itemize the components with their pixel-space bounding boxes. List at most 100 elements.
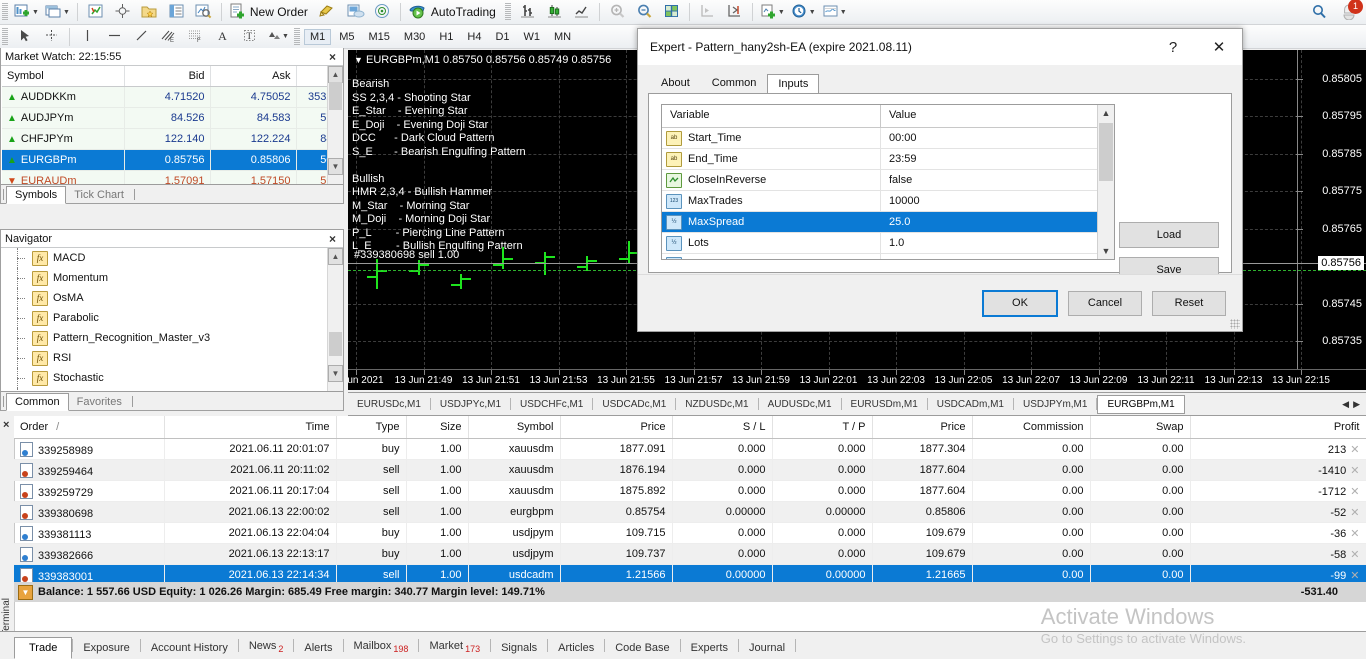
input-row[interactable]: 123 MaxTrades 10000 [662, 191, 1114, 212]
toolbar-grip[interactable] [504, 3, 511, 21]
market-watch-button[interactable] [83, 2, 108, 23]
dialog-tab-inputs[interactable]: Inputs [767, 74, 820, 94]
tab-tick-chart[interactable]: Tick Chart [66, 187, 132, 203]
chart-menu-arrow-icon[interactable]: ▼ [354, 55, 363, 65]
new-order-button[interactable]: New Order [227, 2, 314, 23]
chevron-down-icon[interactable]: ▼ [63, 9, 70, 16]
reset-button[interactable]: Reset [1152, 290, 1226, 316]
new-chart-button[interactable]: ▼ [12, 2, 41, 23]
terminal-tab-journal[interactable]: Journal [739, 638, 795, 658]
tab-next-icon[interactable]: ▶ [1353, 399, 1360, 410]
navigator-item[interactable]: fx Stochastic [2, 368, 327, 388]
input-value-cell[interactable]: 0.0 [881, 258, 1114, 259]
templates-button[interactable]: ▼ [820, 2, 849, 23]
ok-button[interactable]: OK [982, 289, 1058, 317]
column-header-ask[interactable]: Ask [210, 66, 297, 87]
navigator-item[interactable]: fx OsMA [2, 288, 327, 308]
zoom-in-button[interactable] [605, 2, 630, 23]
signals-button[interactable] [370, 2, 395, 23]
chart-tab[interactable]: USDJPYc,M1 [431, 396, 510, 413]
scroll-down-icon[interactable]: ▼ [1098, 243, 1114, 259]
table-row[interactable]: 339258989 2021.06.11 20:01:07 buy 1.00 xauus… [14, 438, 1366, 460]
navigator-scrollbar[interactable]: ▲ ▼ [327, 248, 343, 391]
grid-button[interactable] [659, 2, 684, 23]
column-header-sl[interactable]: S / L [672, 416, 773, 439]
bar-chart-button[interactable] [515, 2, 540, 23]
terminal-tab-account-history[interactable]: Account History [141, 638, 238, 658]
resize-grip[interactable] [1230, 319, 1240, 329]
navigator-item[interactable]: fx MACD [2, 248, 327, 268]
input-row[interactable]: CloseInReverse false [662, 170, 1114, 191]
chart-tab[interactable]: EURUSDm,M1 [842, 396, 927, 413]
autotrading-button[interactable]: AutoTrading [406, 2, 502, 23]
vertical-line-button[interactable] [75, 26, 100, 47]
help-icon[interactable]: ? [1150, 29, 1196, 65]
shapes-button[interactable]: ▼ [264, 26, 291, 47]
chart-shift-button[interactable] [695, 2, 720, 23]
chart-profiles-button[interactable]: ▼ [43, 2, 72, 23]
terminal-tab-experts[interactable]: Experts [681, 638, 738, 658]
tab-favorites[interactable]: Favorites [69, 394, 130, 410]
inputs-scrollbar[interactable]: ▲ ▼ [1097, 105, 1114, 259]
scroll-up-icon[interactable]: ▲ [1098, 105, 1114, 121]
close-order-icon[interactable]: ✕ [1350, 465, 1359, 477]
close-order-icon[interactable]: ✕ [1350, 549, 1359, 561]
column-header-type[interactable]: Type [336, 416, 407, 439]
close-icon[interactable]: × [329, 232, 339, 246]
column-header-size[interactable]: Size [406, 416, 469, 439]
table-row[interactable]: 339382666 2021.06.13 22:13:17 buy 1.00 usdjp… [14, 543, 1366, 565]
column-header-time[interactable]: Time [164, 416, 337, 439]
column-header-order[interactable]: Order / [14, 416, 165, 439]
timeframe-h4[interactable]: H4 [461, 29, 487, 45]
chevron-down-icon[interactable]: ▼ [282, 33, 289, 40]
close-icon[interactable]: × [3, 419, 9, 431]
input-value-cell[interactable]: 25.0 [881, 216, 1114, 228]
input-row[interactable]: ½ Multiply 0.0 [662, 254, 1114, 259]
column-header-profit[interactable]: Profit [1190, 416, 1366, 439]
timeframe-d1[interactable]: D1 [489, 29, 515, 45]
timeframe-m5[interactable]: M5 [333, 29, 360, 45]
timeframe-w1[interactable]: W1 [518, 29, 547, 45]
column-header-price[interactable]: Price [560, 416, 673, 439]
timeframe-m1[interactable]: M1 [303, 28, 332, 45]
close-icon[interactable]: × [329, 50, 339, 64]
scroll-down-icon[interactable]: ▼ [328, 158, 343, 175]
text-label-button[interactable]: T [237, 26, 262, 47]
terminal-tab-signals[interactable]: Signals [491, 638, 547, 658]
crosshair-tool-button[interactable] [39, 26, 64, 47]
line-chart-button[interactable] [569, 2, 594, 23]
scrollbar-thumb[interactable] [329, 332, 342, 356]
chevron-down-icon[interactable]: ▼ [32, 9, 39, 16]
table-row[interactable]: 339259729 2021.06.11 20:17:04 sell 1.00 xauu… [14, 480, 1366, 502]
tab-symbols[interactable]: Symbols [6, 186, 67, 204]
load-button[interactable]: Load [1119, 222, 1219, 248]
timeframe-h1[interactable]: H1 [433, 29, 459, 45]
toolbar-grip[interactable] [293, 27, 300, 46]
zoom-out-button[interactable] [632, 2, 657, 23]
navigator-item[interactable]: fx RSI [2, 348, 327, 368]
dialog-tab-about[interactable]: About [650, 73, 701, 93]
dialog-titlebar[interactable]: Expert - Pattern_hany2sh-EA (expire 2021… [638, 29, 1242, 65]
fibonacci-button[interactable]: F [183, 26, 208, 47]
close-order-icon[interactable]: ✕ [1350, 507, 1359, 519]
input-row[interactable]: ½ Lots 1.0 [662, 233, 1114, 254]
terminal-tab-market[interactable]: Market 173 [419, 636, 490, 658]
chart-tab[interactable]: AUDUSDc,M1 [759, 396, 841, 413]
column-header-[interactable]: ! [296, 66, 327, 87]
bell-icon[interactable]: 1 [1340, 0, 1363, 23]
input-value-cell[interactable]: 23:59 [881, 153, 1114, 165]
chart-tab[interactable]: USDCADm,M1 [928, 396, 1013, 413]
timeframe-m30[interactable]: M30 [398, 29, 431, 45]
navigator-item[interactable]: fx Pattern_Recognition_Master_v3 [2, 328, 327, 348]
indicators-button[interactable]: ▼ [758, 2, 787, 23]
terminal-button[interactable] [164, 2, 189, 23]
column-header-symbol[interactable]: Symbol [2, 66, 125, 87]
terminal-tab-trade[interactable]: Trade [14, 637, 73, 659]
terminal-tab-code-base[interactable]: Code Base [605, 638, 679, 658]
timeframe-mn[interactable]: MN [548, 29, 577, 45]
periods-button[interactable]: ▼ [789, 2, 818, 23]
input-value-cell[interactable]: 00:00 [881, 132, 1114, 144]
input-row[interactable]: ab End_Time 23:59 [662, 149, 1114, 170]
chevron-down-icon[interactable]: ▼ [840, 9, 847, 16]
chart-tab[interactable]: USDCADc,M1 [593, 396, 675, 413]
